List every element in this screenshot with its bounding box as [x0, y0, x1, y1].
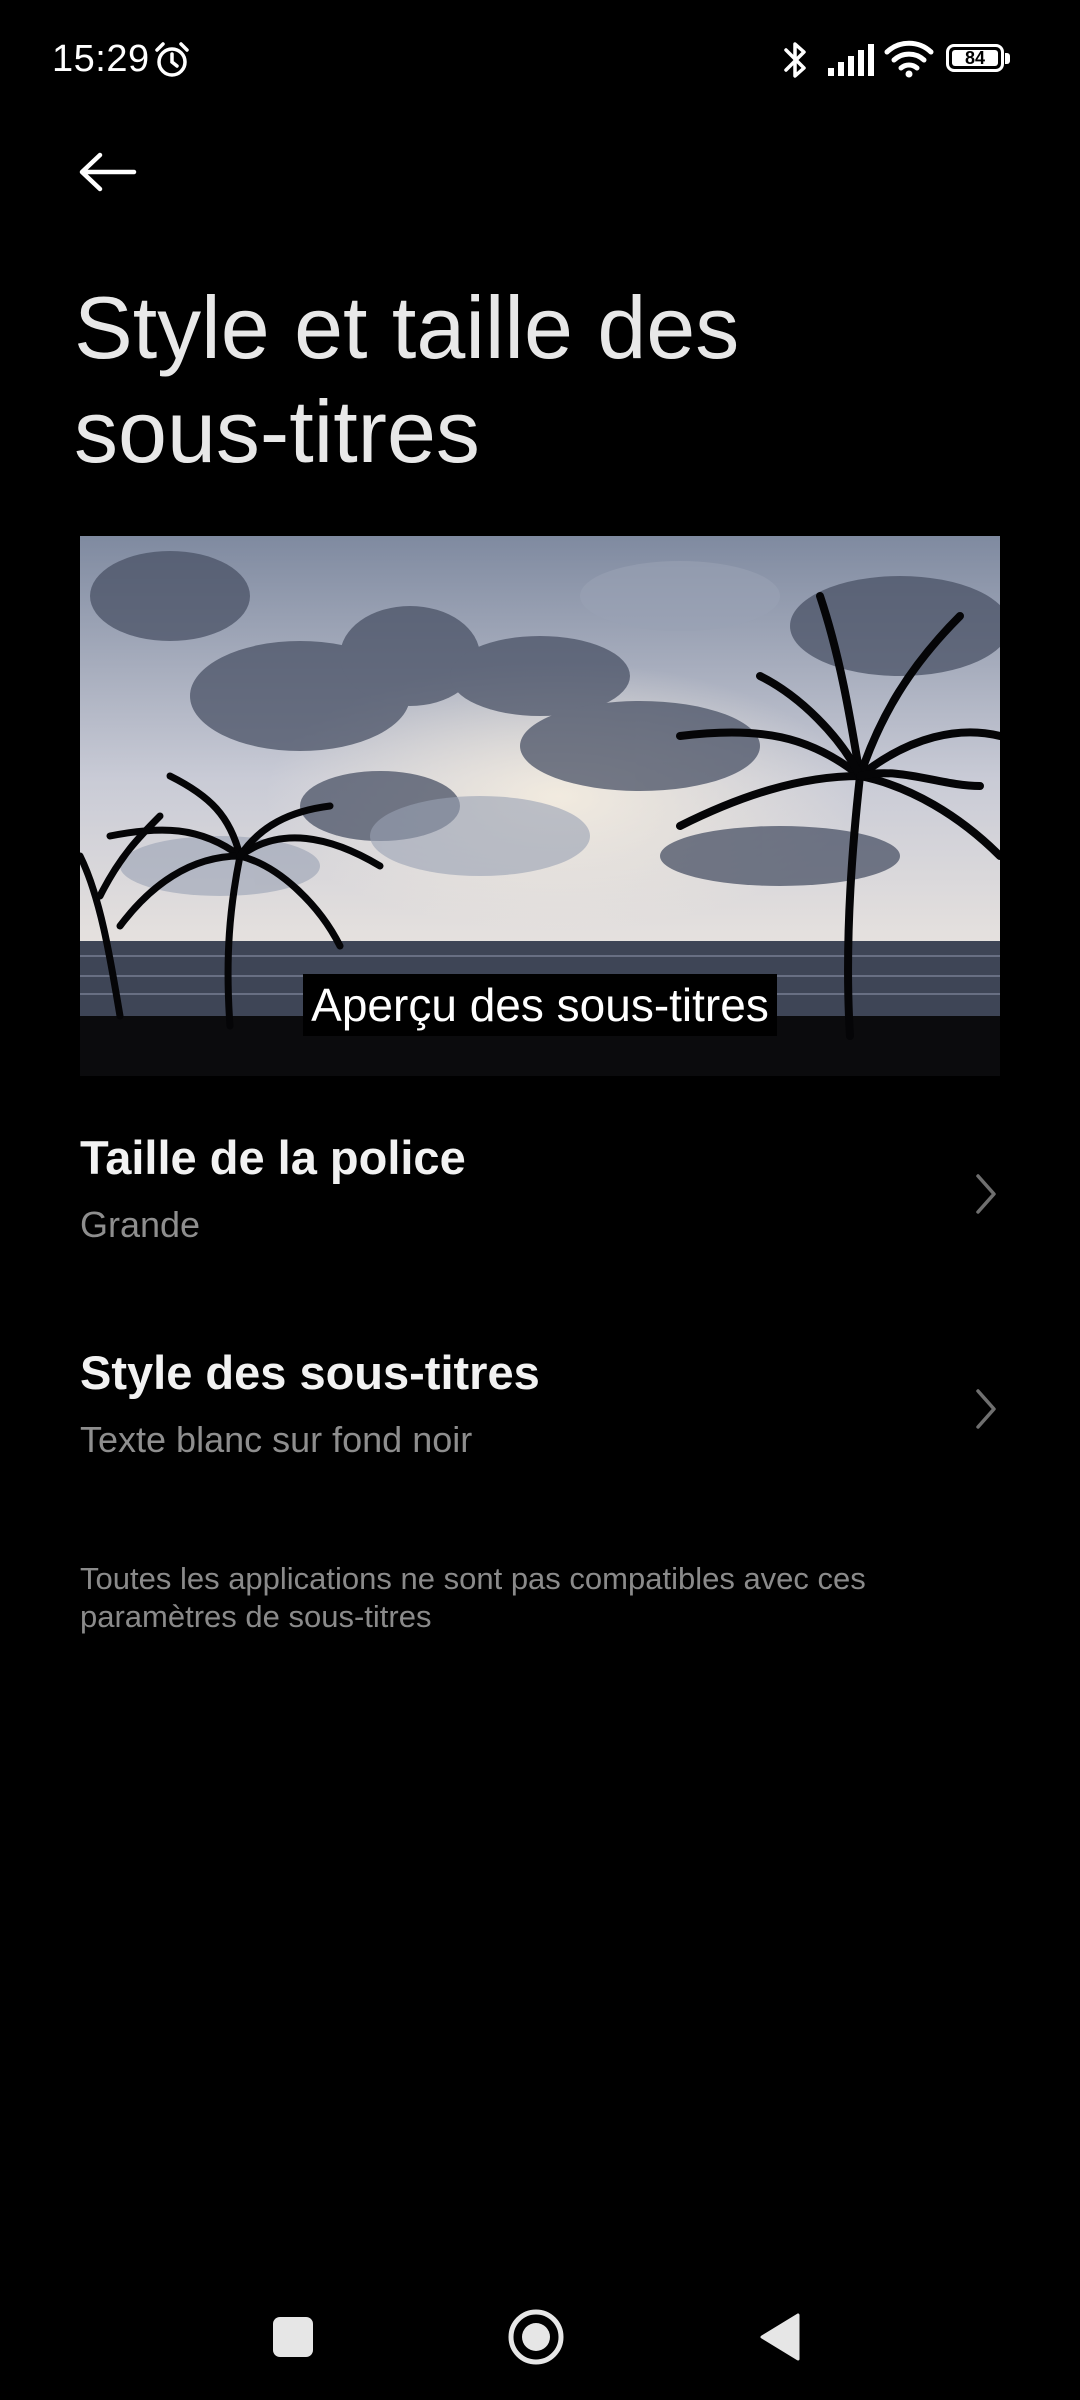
font-size-value: Grande: [80, 1204, 201, 1245]
system-back-button[interactable]: [735, 2292, 825, 2382]
compatibility-note: Toutes les applications ne sont pas comp…: [80, 1561, 866, 1634]
status-time: 15:29: [52, 38, 150, 80]
caption-style-setting[interactable]: Style des sous-titres Texte blanc sur fo…: [0, 1315, 1080, 1505]
caption-style-value: Texte blanc sur fond noir: [80, 1419, 473, 1460]
back-triangle-icon: [760, 2313, 800, 2361]
page-title: Style et taille des sous-titres: [74, 278, 740, 481]
battery-icon: 84: [946, 44, 1010, 76]
caption-preview: Aperçu des sous-titres: [80, 536, 1000, 1076]
wifi-icon: [884, 40, 934, 78]
caption-preview-text: Aperçu des sous-titres: [303, 974, 777, 1036]
font-size-setting[interactable]: Taille de la police Grande: [0, 1100, 1080, 1290]
alarm-icon: [155, 42, 189, 77]
font-size-title: Taille de la police: [80, 1131, 466, 1184]
home-circle-icon: [508, 2309, 564, 2365]
caption-preview-text-box: Aperçu des sous-titres: [80, 974, 1000, 1036]
signal-icon: [828, 44, 874, 76]
navigation-bar: [0, 2280, 1080, 2390]
chevron-right-icon: [976, 1174, 996, 1214]
recents-button[interactable]: [248, 2292, 338, 2382]
recents-square-icon: [273, 2317, 313, 2357]
back-button[interactable]: [60, 130, 156, 214]
back-arrow-icon: [79, 152, 137, 192]
status-bar: 15:29 84: [0, 0, 1080, 120]
caption-style-title: Style des sous-titres: [80, 1346, 540, 1399]
bluetooth-icon: [784, 42, 806, 78]
home-button[interactable]: [491, 2292, 581, 2382]
chevron-right-icon: [976, 1389, 996, 1429]
battery-level: 84: [964, 48, 986, 68]
